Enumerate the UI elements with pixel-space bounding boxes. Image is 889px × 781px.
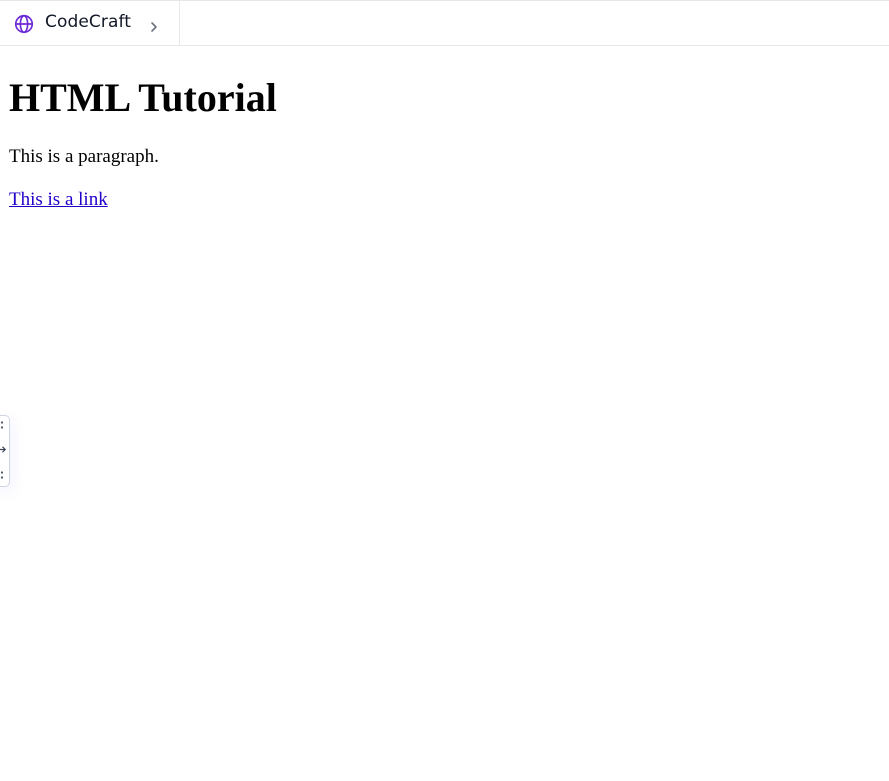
paragraph-text: This is a paragraph. bbox=[9, 146, 159, 167]
chevron-right-icon[interactable] bbox=[148, 19, 160, 35]
drag-dots-icon bbox=[0, 471, 4, 479]
sample-link[interactable]: This is a link bbox=[9, 189, 108, 211]
main-content: HTML Tutorial This is a paragraph. This … bbox=[9, 70, 869, 211]
side-panel-handle[interactable] bbox=[0, 415, 10, 487]
drag-dots-icon bbox=[0, 421, 4, 429]
page-title: HTML Tutorial bbox=[9, 75, 277, 120]
site-tab[interactable]: CodeCraft bbox=[0, 1, 180, 45]
arrow-right-icon[interactable] bbox=[0, 445, 7, 454]
site-name: CodeCraft bbox=[45, 12, 132, 32]
globe-icon bbox=[14, 14, 34, 34]
top-bar: CodeCraft bbox=[0, 0, 889, 46]
